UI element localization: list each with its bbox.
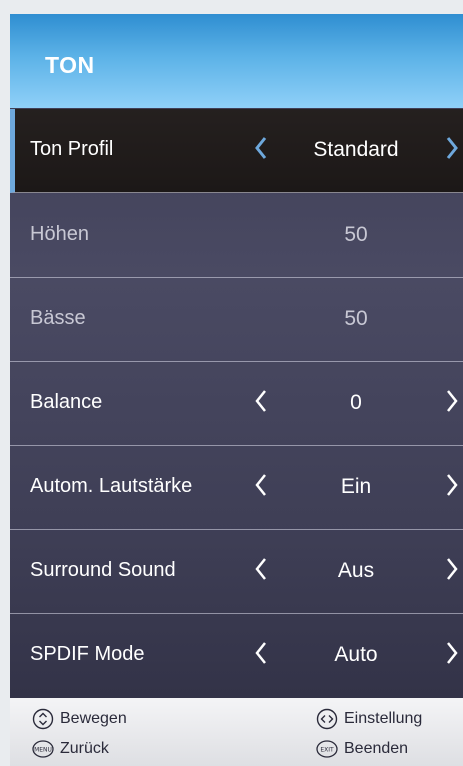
row-value: 50 (344, 223, 368, 246)
row-spdif-mode[interactable]: SPDIF Mode Auto (10, 614, 463, 697)
row-value: Standard (313, 138, 399, 161)
chevron-left-icon[interactable] (250, 638, 272, 668)
row-value: Aus (337, 559, 375, 582)
up-down-navigation-icon (32, 708, 54, 730)
row-value: Ein (340, 475, 372, 498)
left-right-navigation-icon (316, 708, 338, 730)
chevron-right-icon[interactable] (441, 554, 463, 584)
hint-back: MENU Zurück (32, 738, 109, 760)
hint-label: Einstellung (344, 710, 423, 727)
menu-title: TON (45, 52, 95, 78)
row-ton-profil[interactable]: Ton Profil Standard (10, 109, 463, 193)
chevron-right-icon[interactable] (441, 638, 463, 668)
hint-label: Beenden (344, 740, 409, 757)
row-baesse: Bässe 50 (10, 278, 463, 362)
hint-exit: EXIT Beenden (316, 738, 408, 760)
chevron-right-icon[interactable] (441, 133, 463, 163)
row-autom-lautstaerke[interactable]: Autom. Lautstärke Ein (10, 446, 463, 530)
row-label: Höhen (30, 223, 89, 245)
row-label: Bässe (30, 307, 86, 329)
chevron-left-icon[interactable] (250, 554, 272, 584)
row-surround-sound[interactable]: Surround Sound Aus (10, 530, 463, 614)
chevron-left-icon[interactable] (250, 386, 272, 416)
chevron-right-icon[interactable] (441, 386, 463, 416)
sound-menu: TON Ton Profil Standard Höhen 50 Bässe 5… (10, 14, 463, 766)
key-hint-bar: Bewegen Einstellung MENU Zurück EXIT Bee… (10, 698, 463, 766)
chevron-left-icon[interactable] (250, 133, 272, 163)
row-label: SPDIF Mode (30, 643, 145, 665)
row-label: Balance (30, 391, 103, 413)
row-value: 0 (350, 391, 362, 414)
menu-key-text: MENU (34, 747, 52, 754)
menu-key-icon: MENU (32, 738, 54, 760)
hint-adjust: Einstellung (316, 708, 422, 730)
row-value: Auto (334, 643, 378, 666)
row-value: 50 (344, 307, 368, 330)
row-hoehen: Höhen 50 (10, 194, 463, 278)
row-label: Ton Profil (30, 138, 114, 160)
chevron-right-icon[interactable] (441, 470, 463, 500)
hint-move: Bewegen (32, 708, 127, 730)
menu-header: TON (10, 14, 463, 108)
chevron-left-icon[interactable] (250, 470, 272, 500)
exit-key-icon: EXIT (316, 738, 338, 760)
row-balance[interactable]: Balance 0 (10, 362, 463, 446)
hint-label: Bewegen (60, 710, 127, 727)
hint-label: Zurück (60, 740, 109, 757)
row-label: Surround Sound (30, 559, 176, 581)
exit-key-text: EXIT (320, 747, 334, 754)
row-label: Autom. Lautstärke (30, 475, 193, 497)
